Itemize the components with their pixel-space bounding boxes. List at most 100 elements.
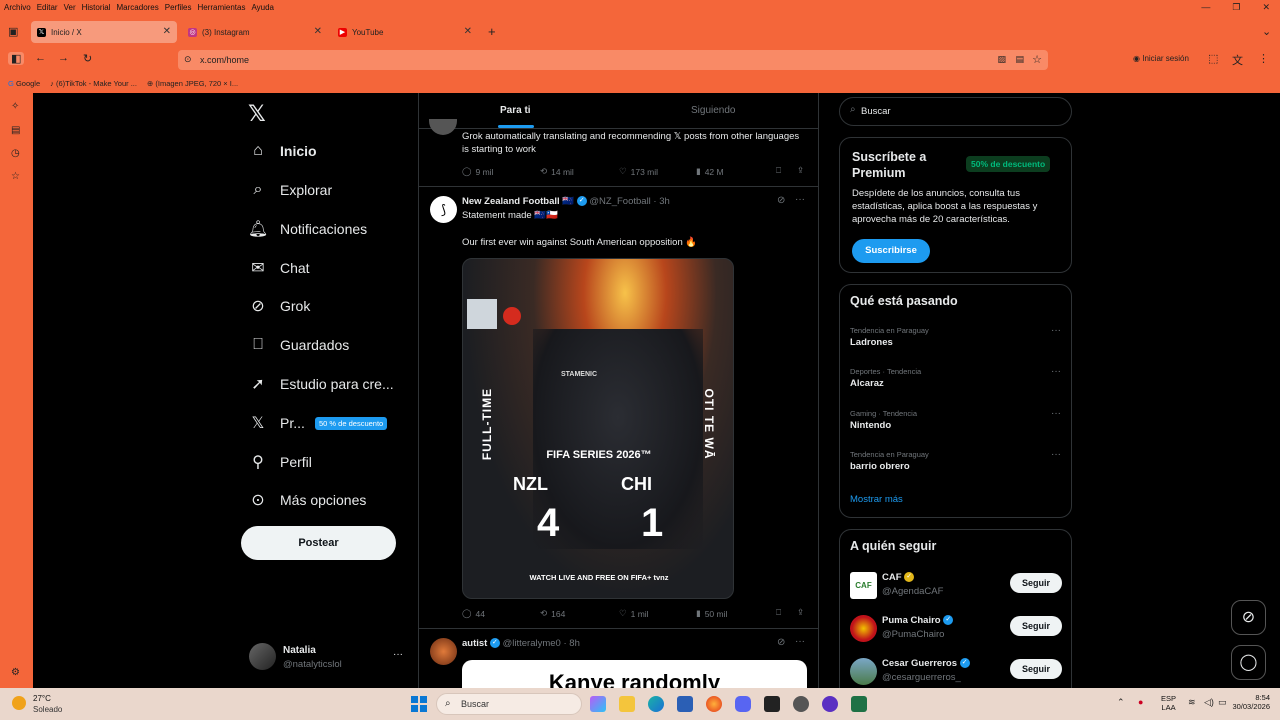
mail-app-icon[interactable] — [677, 696, 693, 712]
bookmark-image[interactable]: ⊕ (Imagen JPEG, 720 × I... — [147, 79, 238, 88]
new-tab-icon[interactable]: + — [488, 24, 496, 39]
like-button[interactable]: ♡ 173 mil — [619, 166, 658, 177]
more-options-icon[interactable]: ··· — [795, 194, 805, 205]
translate-icon[interactable]: 文 — [1232, 52, 1243, 68]
post-image[interactable]: STAMENIC FULL-TIME OTI TE WĀ FIFA SERIES… — [462, 258, 734, 599]
sidebar-toggle-icon[interactable]: ◧ — [8, 52, 25, 65]
volume-icon[interactable]: ◁) — [1204, 697, 1214, 708]
file-explorer-icon[interactable] — [619, 696, 635, 712]
favorites-icon[interactable]: ☆ — [11, 171, 20, 182]
nav-creator-studio[interactable]: ➚ Estudio para cre... — [248, 370, 393, 398]
collections-icon[interactable]: ▤ — [11, 125, 20, 136]
tray-expand-icon[interactable]: ⌃ — [1117, 697, 1125, 708]
menu-historial[interactable]: Historial — [82, 3, 111, 12]
close-tab-icon[interactable]: ✕ — [314, 26, 322, 37]
post-button[interactable]: Postear — [241, 526, 396, 560]
reply-button[interactable]: ◯ 44 — [462, 608, 485, 619]
menu-perfiles[interactable]: Perfiles — [165, 3, 192, 12]
trend-item[interactable]: Deportes · Tendencia Alcaraz — [850, 367, 1062, 389]
bookmark-google[interactable]: G Google — [8, 79, 40, 88]
more-options-icon[interactable]: ··· — [1051, 408, 1061, 419]
maximize-icon[interactable]: ❐ — [1232, 2, 1240, 13]
author-name[interactable]: New Zealand Football 🇳🇿 — [462, 196, 574, 207]
author-handle[interactable]: @litteralyme0 · 8h — [503, 638, 580, 649]
nav-chat[interactable]: ✉ Chat — [248, 254, 309, 282]
excel-icon[interactable] — [851, 696, 867, 712]
tab-list-icon[interactable]: ⌄ — [1262, 25, 1271, 38]
app-icon[interactable] — [764, 696, 780, 712]
follow-suggestion[interactable]: CAF CAF ✓ @AgendaCAF Seguir — [850, 570, 1062, 606]
subscribe-button[interactable]: Suscribirse — [852, 239, 930, 263]
close-window-icon[interactable]: ✕ — [1262, 2, 1270, 13]
nav-more[interactable]: ⊙ Más opciones — [248, 486, 366, 514]
mic-icon[interactable]: ● — [1138, 697, 1143, 707]
follow-suggestion[interactable]: Puma Chairo ✓ @PumaChairo Seguir — [850, 613, 1062, 649]
extensions-icon[interactable]: ⬚ — [1208, 52, 1218, 65]
tab-for-you[interactable]: Para ti — [500, 105, 531, 116]
reply-button[interactable]: ◯ 9 mil — [462, 166, 493, 177]
menu-editar[interactable]: Editar — [37, 3, 58, 12]
grok-float-icon[interactable]: ⊘ — [1231, 600, 1266, 635]
menu-marcadores[interactable]: Marcadores — [117, 3, 159, 12]
history-icon[interactable]: ◷ — [11, 148, 20, 159]
more-options-icon[interactable]: ··· — [795, 636, 805, 647]
views-button[interactable]: ▮ 42 M — [696, 166, 724, 177]
x-logo-icon[interactable]: 𝕏 — [248, 101, 266, 127]
back-icon[interactable]: ← — [35, 52, 46, 64]
tab-following[interactable]: Siguiendo — [691, 105, 735, 116]
views-button[interactable]: ▮ 50 mil — [696, 608, 727, 619]
follow-button[interactable]: Seguir — [1010, 573, 1062, 593]
image-icon[interactable]: ▨ — [997, 54, 1006, 65]
copilot-icon[interactable] — [590, 696, 606, 712]
follow-button[interactable]: Seguir — [1010, 616, 1062, 636]
edge-icon[interactable] — [648, 696, 664, 712]
repost-button[interactable]: ⟲ 164 — [540, 608, 565, 619]
nav-profile[interactable]: ⚲ Perfil — [248, 448, 312, 476]
menu-dots-icon[interactable]: ⋮ — [1258, 52, 1269, 65]
search-box[interactable]: ⌕ Buscar — [839, 97, 1072, 126]
nav-explore[interactable]: ⌕ Explorar — [248, 176, 333, 204]
tab-instagram[interactable]: ◎ (3) Instagram ✕ — [182, 21, 328, 43]
tab-actions-icon[interactable]: ▣ — [8, 25, 18, 38]
reload-icon[interactable]: ↻ — [83, 52, 92, 65]
discord-icon[interactable] — [735, 696, 751, 712]
follow-button[interactable]: Seguir — [1010, 659, 1062, 679]
close-tab-icon[interactable]: ✕ — [163, 26, 171, 37]
clock[interactable]: 8:54 30/03/2026 — [1226, 693, 1270, 711]
grok-icon[interactable]: ⊘ — [777, 195, 785, 206]
nav-premium[interactable]: 𝕏 Pr... 50 % de descuento — [248, 409, 406, 437]
grok-icon[interactable]: ⊘ — [777, 637, 785, 648]
taskbar-search[interactable]: ⌕ Buscar — [436, 693, 582, 715]
more-options-icon[interactable]: ··· — [1051, 366, 1061, 377]
bookmark-star-icon[interactable]: ☆ — [1032, 53, 1042, 66]
settings-icon[interactable]: ⚙ — [11, 667, 20, 678]
menu-ver[interactable]: Ver — [64, 3, 76, 12]
bookmark-post-button[interactable]: ⎕ — [776, 607, 781, 618]
post-image[interactable]: Kanye randomly — [462, 660, 807, 688]
nav-home[interactable]: ⌂ Inicio — [248, 137, 316, 165]
trend-item[interactable]: Gaming · Tendencia Nintendo — [850, 409, 1062, 431]
more-options-icon[interactable]: ··· — [1051, 449, 1061, 460]
signin-button[interactable]: ◉ Iniciar sesión — [1133, 54, 1189, 63]
follow-suggestion[interactable]: Cesar Guerreros ✓ @cesarguerreros_ Segui… — [850, 656, 1062, 692]
wifi-icon[interactable]: ≋ — [1188, 697, 1196, 708]
author-handle[interactable]: @NZ_Football · 3h — [589, 196, 669, 207]
app2-icon[interactable] — [822, 696, 838, 712]
tab-x[interactable]: 𝕏 Inicio / X ✕ — [31, 21, 177, 43]
bookmark-post-button[interactable]: ⎕ — [776, 165, 781, 176]
nav-bookmarks[interactable]: ⎕ Guardados — [248, 331, 349, 359]
chat-float-icon[interactable]: ◯ — [1231, 645, 1266, 680]
show-more-link[interactable]: Mostrar más — [850, 494, 903, 505]
bookmark-tiktok[interactable]: ♪ (6)TikTok - Make Your ... — [50, 79, 137, 88]
ai-icon[interactable]: ✧ — [11, 101, 19, 112]
forward-icon[interactable]: → — [58, 52, 69, 64]
account-switcher[interactable]: Natalia @natalyticslol ··· — [249, 643, 407, 673]
search-input[interactable]: Buscar — [861, 106, 891, 117]
menu-ayuda[interactable]: Ayuda — [251, 3, 274, 12]
firefox-icon[interactable] — [706, 696, 722, 712]
reader-icon[interactable]: ▤ — [1015, 54, 1024, 65]
nav-notifications[interactable]: 🔔︎ Notificaciones — [248, 215, 367, 243]
language-indicator[interactable]: ESP LAA — [1161, 694, 1176, 712]
obs-icon[interactable] — [793, 696, 809, 712]
repost-button[interactable]: ⟲ 14 mil — [540, 166, 574, 177]
